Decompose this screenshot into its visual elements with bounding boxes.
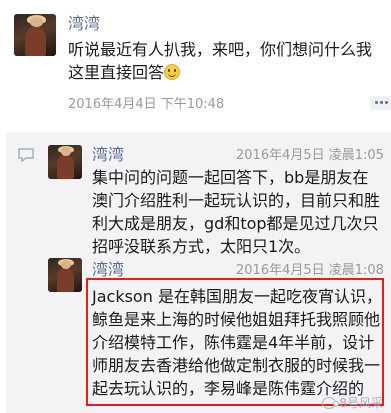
comment-author-avatar[interactable]: [48, 258, 82, 292]
comment-text: 集中问的问题一起回答下，bb是朋友在澳门介绍胜利一起玩认识的，目前只和胜利大成是…: [92, 168, 381, 256]
wechat-logo-icon: [322, 396, 340, 409]
post-author-avatar[interactable]: [14, 14, 56, 56]
smile-emoji-icon: [164, 64, 181, 80]
comment-timestamp: 2016年4月5日 凌晨1:05: [236, 148, 384, 163]
highlight-box: [86, 278, 384, 406]
comment-author-avatar[interactable]: [48, 145, 82, 179]
comment-author-name[interactable]: 湾湾: [92, 145, 124, 165]
post-text-body: 听说最近有人扒我，来吧，你们想问什么我这里直接回答: [68, 40, 373, 82]
post-timestamp: 2016年4月4日 下午10:48: [68, 97, 225, 112]
comment-timestamp: 2016年4月5日 凌晨1:08: [236, 263, 384, 278]
watermark-text: 8号风采: [339, 396, 383, 410]
post-text: 听说最近有人扒我，来吧，你们想问什么我这里直接回答: [68, 38, 380, 84]
watermark: 8号风采: [322, 394, 383, 411]
comment-author-name[interactable]: 湾湾: [92, 260, 124, 280]
post-author-name[interactable]: 湾湾: [68, 14, 100, 34]
comment-icon: [18, 148, 34, 162]
more-dots-icon[interactable]: [370, 96, 391, 110]
